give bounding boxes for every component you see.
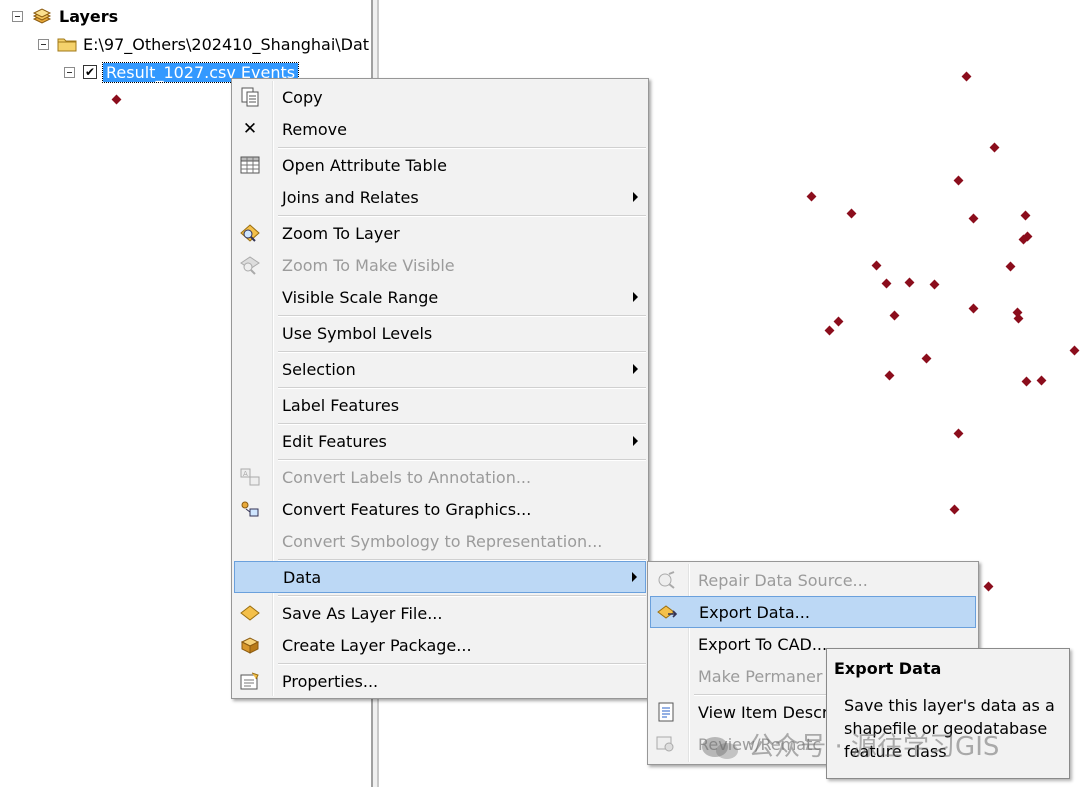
map-point [884, 370, 895, 381]
map-point [889, 310, 900, 321]
convert-features-icon [238, 497, 262, 521]
folder-icon [57, 36, 77, 52]
menu-item-open-attribute-table[interactable]: Open Attribute Table [234, 149, 646, 181]
collapse-toggle-icon[interactable] [12, 10, 23, 22]
menu-item-convert-features-to-graphics[interactable]: Convert Features to Graphics... [234, 493, 646, 525]
export-data-icon [655, 600, 679, 624]
review-icon [654, 732, 678, 756]
map-point [881, 278, 892, 289]
map-point [953, 175, 964, 186]
menu-item-create-layer-package[interactable]: Create Layer Package... [234, 629, 646, 661]
map-point [1020, 210, 1031, 221]
toc-root-row[interactable]: Layers [12, 5, 118, 27]
menu-item-save-as-layer-file[interactable]: Save As Layer File... [234, 597, 646, 629]
layer-package-icon [238, 633, 262, 657]
map-point [1005, 261, 1016, 272]
collapse-toggle-icon[interactable] [38, 38, 49, 50]
remove-icon: ✕ [242, 119, 258, 139]
map-point [968, 303, 979, 314]
menu-item-visible-scale-range[interactable]: Visible Scale Range [234, 281, 646, 313]
svg-text:A: A [243, 470, 248, 478]
menu-item-export-data[interactable]: Export Data... [650, 596, 976, 628]
repair-icon [654, 568, 678, 592]
tooltip-title: Export Data [834, 659, 942, 678]
map-point [806, 191, 817, 202]
menu-item-copy[interactable]: Copy [234, 81, 646, 113]
menu-item-repair-data-source[interactable]: Repair Data Source... [650, 564, 976, 596]
map-point [1013, 313, 1024, 324]
menu-item-convert-symbology-to-representation[interactable]: Convert Symbology to Representation... [234, 525, 646, 557]
map-point [949, 504, 960, 515]
map-point [968, 213, 979, 224]
menu-item-use-symbol-levels[interactable]: Use Symbol Levels [234, 317, 646, 349]
toc-root-label: Layers [59, 6, 119, 26]
map-point [1021, 376, 1032, 387]
toc-folder-row[interactable]: E:\97_Others\202410_Shanghai\Dat [38, 33, 369, 55]
layer-context-menu: Copy ✕ Remove Open Attribute Table Joins… [231, 78, 649, 699]
zoom-to-layer-icon [238, 221, 262, 245]
submenu-arrow-icon [633, 192, 638, 202]
submenu-arrow-icon [633, 364, 638, 374]
submenu-arrow-icon [632, 572, 637, 582]
map-point [904, 277, 915, 288]
menu-item-label-features[interactable]: Label Features [234, 389, 646, 421]
map-point [953, 428, 964, 439]
map-point [929, 279, 940, 290]
menu-item-joins-and-relates[interactable]: Joins and Relates [234, 181, 646, 213]
menu-item-edit-features[interactable]: Edit Features [234, 425, 646, 457]
layer-symbol-swatch [111, 94, 122, 105]
menu-item-zoom-to-layer[interactable]: Zoom To Layer [234, 217, 646, 249]
map-point [846, 208, 857, 219]
item-description-icon [654, 700, 678, 724]
map-point [833, 316, 844, 327]
collapse-toggle-icon[interactable] [64, 66, 75, 78]
map-point [1069, 345, 1080, 356]
submenu-arrow-icon [633, 292, 638, 302]
menu-item-zoom-to-make-visible[interactable]: Zoom To Make Visible [234, 249, 646, 281]
zoom-visible-icon [238, 253, 262, 277]
watermark: 公众号 · 源往学习GIS [700, 726, 999, 763]
menu-item-selection[interactable]: Selection [234, 353, 646, 385]
map-point [1036, 375, 1047, 386]
menu-item-properties[interactable]: Properties... [234, 665, 646, 697]
map-point [824, 325, 835, 336]
table-icon [238, 153, 262, 177]
map-point [989, 142, 1000, 153]
map-point [871, 260, 882, 271]
layers-stack-icon [31, 7, 53, 25]
map-point [921, 353, 932, 364]
copy-icon [238, 85, 262, 109]
toc-folder-label: E:\97_Others\202410_Shanghai\Dat [83, 34, 370, 54]
wechat-icon [700, 735, 740, 761]
menu-item-remove[interactable]: ✕ Remove [234, 113, 646, 145]
layer-file-icon [238, 601, 262, 625]
map-point [961, 71, 972, 82]
map-point [983, 581, 994, 592]
menu-item-convert-labels-to-annotation[interactable]: A Convert Labels to Annotation... [234, 461, 646, 493]
watermark-text: 公众号 · 源往学习GIS [748, 732, 1000, 762]
layer-visibility-checkbox[interactable]: ✔ [83, 65, 97, 79]
submenu-arrow-icon [633, 436, 638, 446]
menu-item-data[interactable]: Data [234, 561, 646, 593]
convert-labels-icon: A [238, 465, 262, 489]
properties-icon [238, 669, 262, 693]
